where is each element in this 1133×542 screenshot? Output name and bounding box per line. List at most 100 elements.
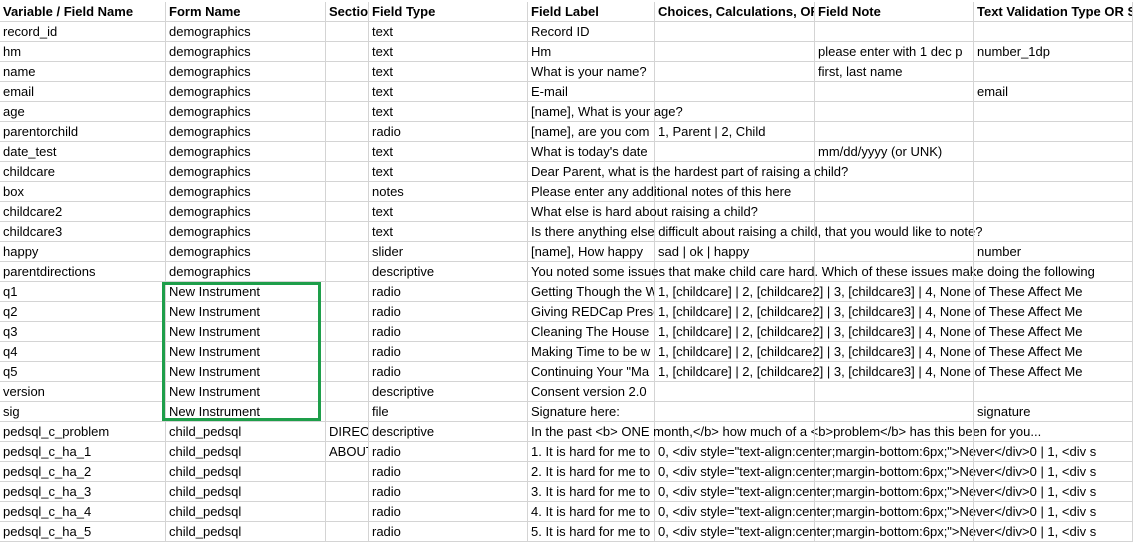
- variable-name-cell[interactable]: date_test: [0, 142, 166, 162]
- variable-name-cell[interactable]: hm: [0, 42, 166, 62]
- form-name-cell[interactable]: child_pedsql: [166, 422, 326, 442]
- section-header-cell[interactable]: [326, 362, 369, 382]
- field-note-cell[interactable]: [815, 182, 974, 202]
- validation-type-cell[interactable]: signature: [974, 402, 1133, 422]
- validation-type-cell[interactable]: [974, 222, 1133, 242]
- field-label-cell[interactable]: You noted some issues that make child ca…: [528, 262, 1095, 282]
- validation-type-cell[interactable]: [974, 322, 1133, 342]
- field-note-cell[interactable]: [815, 502, 974, 522]
- table-row[interactable]: box demographics notes Please enter any add…: [0, 182, 1133, 202]
- field-type-cell[interactable]: radio: [369, 322, 528, 342]
- choices-cell[interactable]: [655, 22, 815, 42]
- choices-cell[interactable]: [655, 182, 815, 202]
- variable-name-cell[interactable]: pedsql_c_ha_2: [0, 462, 166, 482]
- section-header-cell[interactable]: [326, 142, 369, 162]
- choices-cell[interactable]: [655, 262, 815, 282]
- field-label-cell[interactable]: Is there anything else difficult about r…: [528, 222, 982, 242]
- column-header[interactable]: Field Label: [528, 2, 655, 22]
- section-header-cell[interactable]: [326, 382, 369, 402]
- choices-cell[interactable]: 0, <div style="text-align:center;margin-…: [655, 462, 1096, 482]
- table-row[interactable]: name demographics text What is your name? fi…: [0, 62, 1133, 82]
- field-note-cell[interactable]: [815, 462, 974, 482]
- variable-name-cell[interactable]: q1: [0, 282, 166, 302]
- field-label-cell[interactable]: 2. It is hard for me to: [528, 462, 655, 482]
- field-type-cell[interactable]: descriptive: [369, 262, 528, 282]
- field-label-cell[interactable]: Giving REDCap Presentation: [528, 302, 655, 322]
- column-header[interactable]: Section Header: [326, 2, 369, 22]
- section-header-cell[interactable]: [326, 182, 369, 202]
- field-type-cell[interactable]: radio: [369, 502, 528, 522]
- variable-name-cell[interactable]: record_id: [0, 22, 166, 42]
- field-label-cell[interactable]: E-mail: [528, 82, 655, 102]
- validation-type-cell[interactable]: [974, 442, 1133, 462]
- field-note-cell[interactable]: [815, 262, 974, 282]
- validation-type-cell[interactable]: [974, 522, 1133, 542]
- section-header-cell[interactable]: [326, 62, 369, 82]
- variable-name-cell[interactable]: parentdirections: [0, 262, 166, 282]
- form-name-cell[interactable]: child_pedsql: [166, 482, 326, 502]
- field-note-cell[interactable]: [815, 422, 974, 442]
- choices-cell[interactable]: [655, 102, 815, 122]
- choices-cell[interactable]: 1, [childcare] | 2, [childcare2] | 3, [c…: [655, 342, 1082, 362]
- section-header-cell[interactable]: [326, 262, 369, 282]
- validation-type-cell[interactable]: [974, 462, 1133, 482]
- validation-type-cell[interactable]: [974, 502, 1133, 522]
- variable-name-cell[interactable]: email: [0, 82, 166, 102]
- table-row[interactable]: childcare3 demographics text Is there anyth…: [0, 222, 1133, 242]
- form-name-cell[interactable]: demographics: [166, 242, 326, 262]
- field-label-cell[interactable]: Please enter any additional notes of thi…: [528, 182, 791, 202]
- field-note-cell[interactable]: [815, 102, 974, 122]
- field-type-cell[interactable]: radio: [369, 442, 528, 462]
- field-label-cell[interactable]: In the past <b> ONE month,</b> how much …: [528, 422, 1041, 442]
- field-note-cell[interactable]: [815, 402, 974, 422]
- field-note-cell[interactable]: [815, 202, 974, 222]
- validation-type-cell[interactable]: [974, 22, 1133, 42]
- field-label-cell[interactable]: Making Time to be w: [528, 342, 655, 362]
- field-type-cell[interactable]: slider: [369, 242, 528, 262]
- field-label-cell[interactable]: Dear Parent, what is the hardest part of…: [528, 162, 848, 182]
- section-header-cell[interactable]: [326, 462, 369, 482]
- section-header-cell[interactable]: [326, 242, 369, 262]
- field-label-cell[interactable]: 3. It is hard for me to: [528, 482, 655, 502]
- field-note-cell[interactable]: please enter with 1 dec p: [815, 42, 974, 62]
- field-note-cell[interactable]: [815, 22, 974, 42]
- choices-cell[interactable]: [655, 142, 815, 162]
- form-name-cell[interactable]: New Instrument: [166, 282, 326, 302]
- table-row[interactable]: pedsql_c_ha_4 child_pedsql radio 4. It is h…: [0, 502, 1133, 522]
- variable-name-cell[interactable]: pedsql_c_ha_1: [0, 442, 166, 462]
- choices-cell[interactable]: [655, 222, 815, 242]
- field-note-cell[interactable]: [815, 242, 974, 262]
- form-name-cell[interactable]: New Instrument: [166, 342, 326, 362]
- field-label-cell[interactable]: Cleaning The House: [528, 322, 655, 342]
- table-row[interactable]: record_id demographics text Record ID: [0, 22, 1133, 42]
- table-row[interactable]: q1 New Instrument radio Getting Though the …: [0, 282, 1133, 302]
- section-header-cell[interactable]: [326, 282, 369, 302]
- form-name-cell[interactable]: demographics: [166, 142, 326, 162]
- field-type-cell[interactable]: radio: [369, 482, 528, 502]
- choices-cell[interactable]: [655, 202, 815, 222]
- form-name-cell[interactable]: demographics: [166, 162, 326, 182]
- table-row[interactable]: pedsql_c_ha_2 child_pedsql radio 2. It is h…: [0, 462, 1133, 482]
- field-note-cell[interactable]: [815, 342, 974, 362]
- form-name-cell[interactable]: New Instrument: [166, 302, 326, 322]
- variable-name-cell[interactable]: happy: [0, 242, 166, 262]
- field-note-cell[interactable]: [815, 122, 974, 142]
- variable-name-cell[interactable]: childcare3: [0, 222, 166, 242]
- section-header-cell[interactable]: [326, 402, 369, 422]
- validation-type-cell[interactable]: [974, 342, 1133, 362]
- table-row[interactable]: hm demographics text Hm please enter with 1 …: [0, 42, 1133, 62]
- column-header[interactable]: Variable / Field Name: [0, 2, 166, 22]
- variable-name-cell[interactable]: version: [0, 382, 166, 402]
- validation-type-cell[interactable]: number_1dp: [974, 42, 1133, 62]
- field-note-cell[interactable]: mm/dd/yyyy (or UNK): [815, 142, 974, 162]
- table-row[interactable]: q3 New Instrument radio Cleaning The House 1…: [0, 322, 1133, 342]
- form-name-cell[interactable]: demographics: [166, 202, 326, 222]
- field-type-cell[interactable]: text: [369, 82, 528, 102]
- validation-type-cell[interactable]: [974, 162, 1133, 182]
- table-row[interactable]: pedsql_c_problemchild_pedsqlDIRECTdescri…: [0, 422, 1133, 442]
- field-note-cell[interactable]: [815, 282, 974, 302]
- field-type-cell[interactable]: text: [369, 222, 528, 242]
- table-row[interactable]: date_test demographics text What is today's…: [0, 142, 1133, 162]
- validation-type-cell[interactable]: email: [974, 82, 1133, 102]
- form-name-cell[interactable]: demographics: [166, 182, 326, 202]
